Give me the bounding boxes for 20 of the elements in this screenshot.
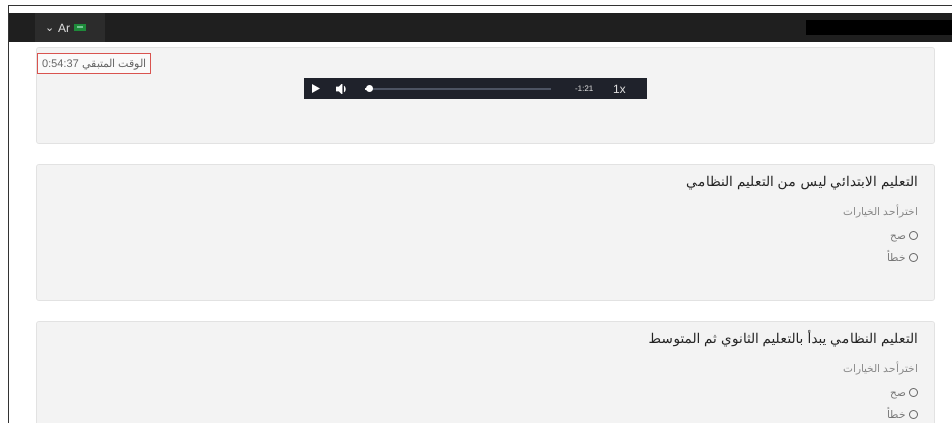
answer-option[interactable]: خطأ <box>887 403 918 423</box>
question-text: التعليم النظامي يبدأ بالتعليم الثانوي ثم المتوسط <box>647 330 918 346</box>
radio-button[interactable] <box>909 388 918 396</box>
question-text: التعليم الابتدائي ليس من التعليم النظامي <box>685 173 918 189</box>
seek-thumb[interactable] <box>366 84 373 92</box>
radio-button[interactable] <box>909 410 918 418</box>
flag-icon <box>74 24 86 31</box>
timer-text: الوقت المتبقي 0:54:37 <box>37 53 151 74</box>
speed-button[interactable]: 1x <box>613 82 626 96</box>
instruction-text: اخترأحد الخيارات <box>842 205 918 218</box>
play-button[interactable] <box>312 84 320 93</box>
answer-option[interactable]: صح <box>890 381 918 403</box>
remaining-time: -1:21 <box>575 84 594 93</box>
volume-icon[interactable] <box>336 84 347 94</box>
answer-option[interactable]: خطأ <box>887 246 918 268</box>
radio-button[interactable] <box>909 252 918 262</box>
answer-option[interactable]: صح <box>890 224 918 246</box>
language-button[interactable]: ⌄ Ar <box>35 13 105 42</box>
instruction-text: اخترأحد الخيارات <box>842 362 918 375</box>
radio-button[interactable] <box>909 230 918 240</box>
